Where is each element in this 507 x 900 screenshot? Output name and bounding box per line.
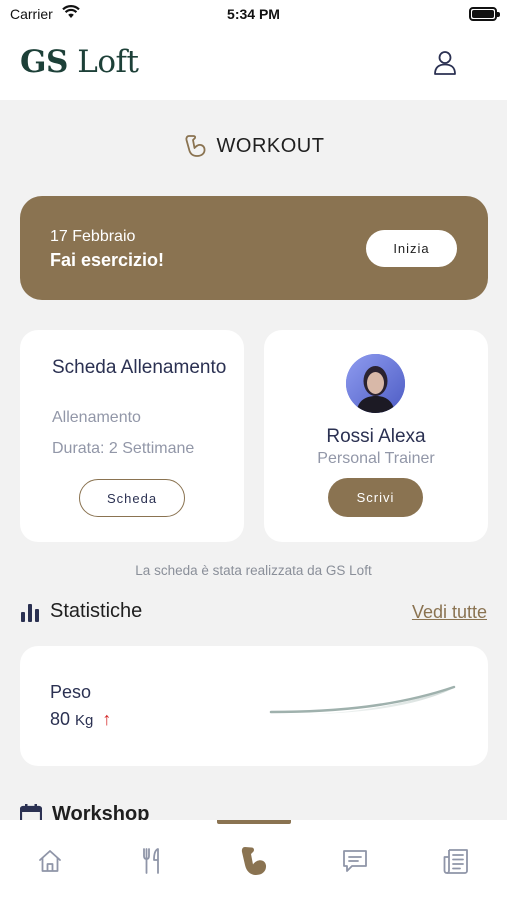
status-bar: Carrier 5:34 PM <box>0 0 507 30</box>
plan-credit: La scheda è stata realizzata da GS Loft <box>135 563 372 578</box>
logo-gs: GS <box>20 44 68 80</box>
workout-heading: WORKOUT <box>0 133 507 159</box>
app-header: GS Loft <box>0 30 507 100</box>
plan-duration: Durata: 2 Settimane <box>52 440 195 457</box>
bar-chart-icon <box>21 603 39 622</box>
home-icon <box>39 850 61 872</box>
tab-nutrition[interactable] <box>132 844 172 878</box>
workout-banner: 17 Febbraio Fai esercizio! Inizia <box>20 196 488 300</box>
weight-value: 80 Kg ↑ <box>50 709 111 730</box>
trainer-card: Rossi Alexa Personal Trainer Scrivi <box>264 330 488 542</box>
tab-news[interactable] <box>436 844 476 878</box>
newspaper-icon <box>443 849 468 874</box>
weight-unit: Kg <box>75 712 94 729</box>
app-logo: GS Loft <box>20 44 139 80</box>
stats-title-group: Statistiche <box>20 600 142 623</box>
active-tab-indicator <box>217 820 291 824</box>
plan-subtitle: Allenamento <box>52 409 141 426</box>
tab-workout[interactable] <box>233 844 273 878</box>
trend-up-icon: ↑ <box>102 709 112 729</box>
stats-header: Statistiche Vedi tutte <box>20 600 487 628</box>
logo-loft: Loft <box>77 44 139 80</box>
banner-date: 17 Febbraio <box>50 228 136 245</box>
user-icon <box>434 51 456 75</box>
trainer-name: Rossi Alexa <box>326 426 426 447</box>
workout-title: WORKOUT <box>216 134 325 157</box>
start-workout-button[interactable]: Inizia <box>366 230 457 267</box>
write-trainer-button[interactable]: Scrivi <box>328 478 423 517</box>
clock: 5:34 PM <box>227 6 280 22</box>
weight-sparkline <box>269 685 456 715</box>
flexed-arm-icon <box>241 847 267 875</box>
fork-knife-icon <box>143 848 159 874</box>
weight-number: 80 <box>50 709 71 729</box>
plan-card: Scheda Allenamento Allenamento Durata: 2… <box>20 330 244 542</box>
plan-title: Scheda Allenamento <box>52 357 227 378</box>
tab-bar <box>0 820 507 900</box>
stats-title: Statistiche <box>50 600 143 622</box>
battery-icon <box>469 7 500 21</box>
flexed-arm-icon <box>185 135 205 157</box>
weight-card[interactable]: Peso 80 Kg ↑ <box>20 646 488 766</box>
banner-message: Fai esercizio! <box>50 250 165 270</box>
profile-button[interactable] <box>430 48 460 78</box>
chat-icon <box>343 850 367 872</box>
open-plan-button[interactable]: Scheda <box>79 479 185 517</box>
trainer-avatar <box>346 354 405 413</box>
trainer-role: Personal Trainer <box>317 450 435 467</box>
tab-home[interactable] <box>30 844 70 878</box>
see-all-link[interactable]: Vedi tutte <box>412 602 487 623</box>
weight-label: Peso <box>50 682 92 702</box>
tab-messages[interactable] <box>335 844 375 878</box>
